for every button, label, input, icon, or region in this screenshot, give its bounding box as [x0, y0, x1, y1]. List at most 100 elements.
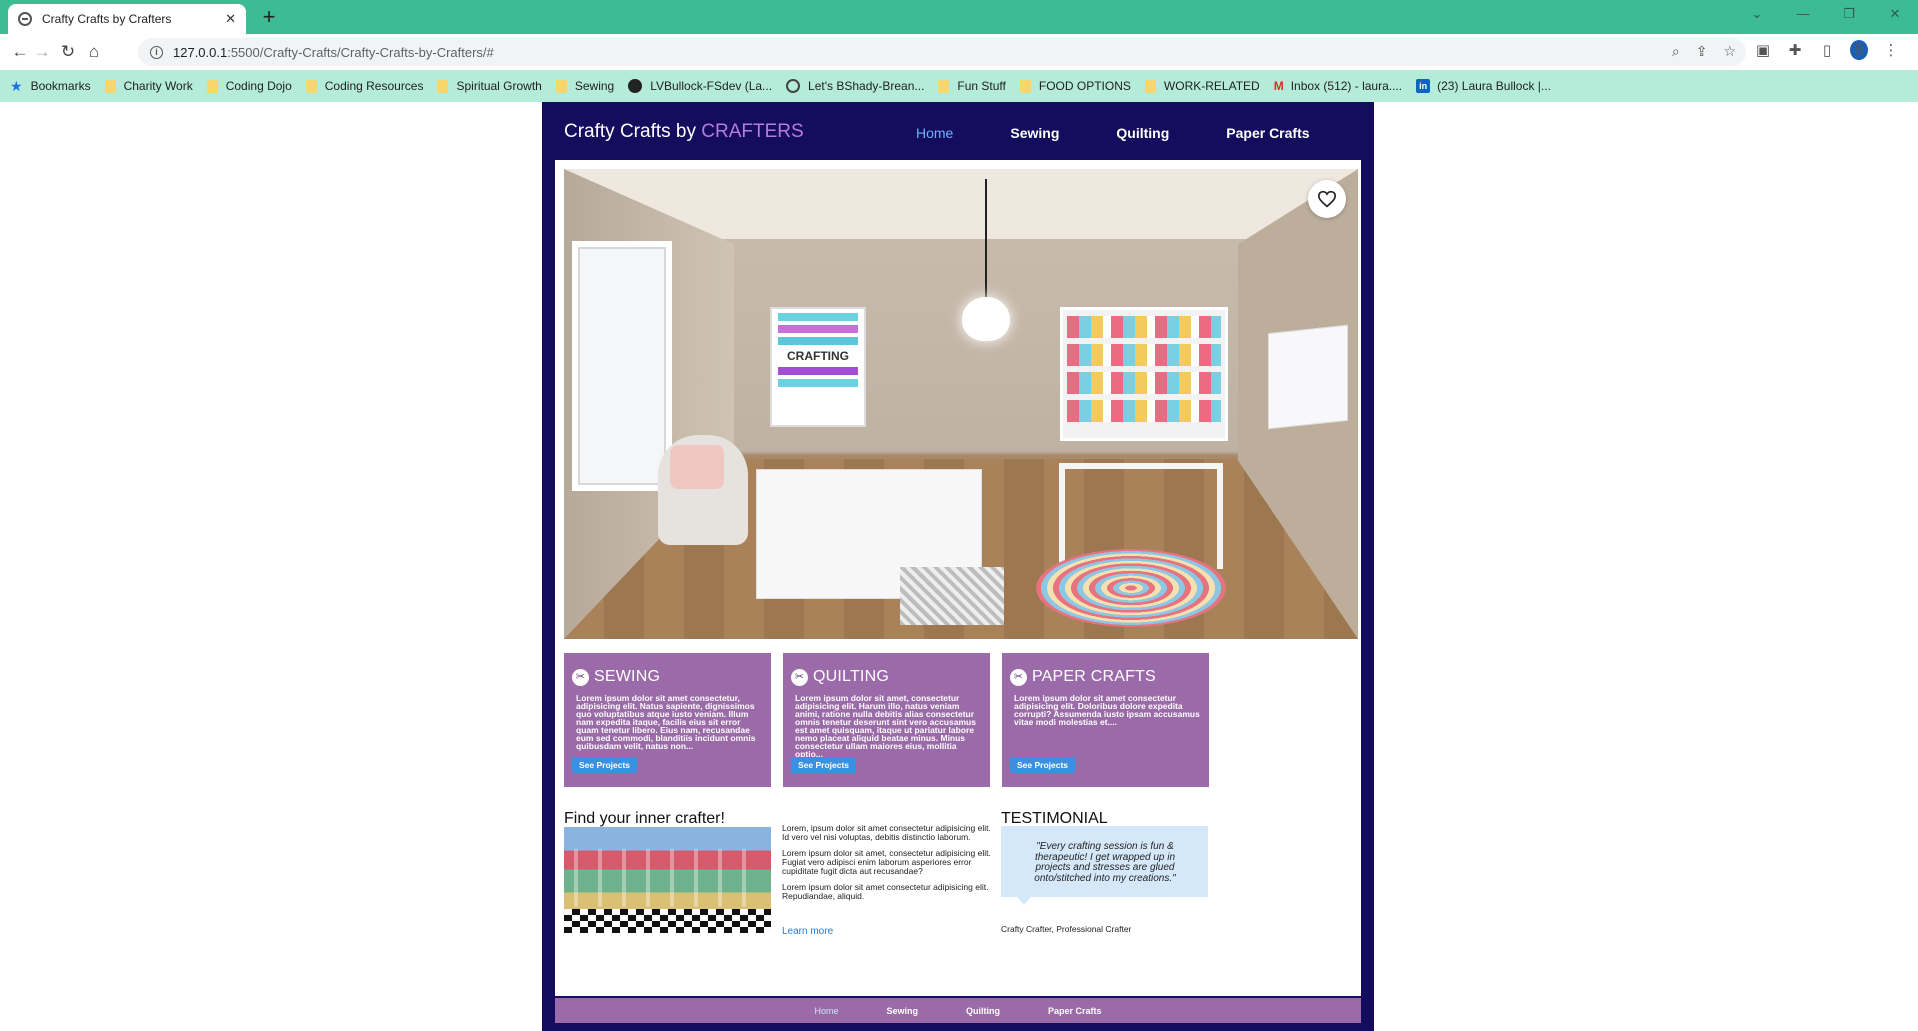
craft-store-image	[564, 827, 771, 933]
card-text: Lorem ipsum dolor sit amet consectetur, …	[576, 693, 756, 751]
bookmark-github[interactable]: LVBullock-FSdev (La...	[628, 79, 772, 93]
folder-icon	[1019, 79, 1031, 93]
see-projects-button[interactable]: See Projects	[572, 757, 638, 773]
heart-icon	[1317, 190, 1337, 208]
zoom-icon[interactable]: ⌕	[1672, 43, 1680, 60]
browser-tabstrip: Crafty Crafts by Crafters ✕ + ⌄ — ❐ ✕	[0, 0, 1918, 34]
card-text: Lorem ipsum dolor sit amet, consectetur …	[795, 693, 976, 759]
hero-round-rug	[1036, 549, 1226, 627]
bookmark-label: (23) Laura Bullock |...	[1437, 79, 1551, 93]
hero-shelf	[1060, 307, 1228, 441]
bookmark-linkedin[interactable]: in (23) Laura Bullock |...	[1416, 79, 1551, 93]
hero-pendant-lamp	[962, 297, 1010, 341]
scissors-icon: ✂	[1010, 668, 1027, 686]
hero-lamp-cord	[985, 179, 987, 299]
intro-text: Lorem, ipsum dolor sit amet consectetur …	[782, 824, 992, 908]
url-path: :5500/Crafty-Crafts/Crafty-Crafts-by-Cra…	[227, 44, 494, 60]
card-text: Lorem ipsum dolor sit amet consectetur a…	[1014, 693, 1200, 727]
url-host: 127.0.0.1	[173, 44, 228, 60]
close-window-button[interactable]: ✕	[1872, 0, 1918, 30]
close-icon[interactable]: ✕	[225, 11, 236, 27]
tab-title: Crafty Crafts by Crafters	[42, 12, 172, 26]
find-crafter-heading: Find your inner crafter!	[564, 810, 725, 827]
bookmarks-bar: ★ Bookmarks Charity Work Coding Dojo Codi…	[0, 70, 1918, 102]
profile-avatar[interactable]: S	[1850, 40, 1868, 60]
bookmark-folder[interactable]: Coding Resources	[305, 79, 424, 93]
card-title: SEWING	[594, 668, 661, 685]
testimonial-quote: "Every crafting session is fun & therape…	[1034, 841, 1176, 884]
extension-icons: ▣ ✚ ▯ S ⋮	[1754, 40, 1900, 60]
footer-nav-sewing[interactable]: Sewing	[886, 1006, 918, 1016]
bookmark-folder[interactable]: Coding Dojo	[206, 79, 292, 93]
bookmark-label: Charity Work	[123, 79, 193, 93]
chevron-down-icon[interactable]: ⌄	[1734, 0, 1780, 30]
star-icon[interactable]: ☆	[1723, 43, 1736, 60]
main-nav: Home Sewing Quilting Paper Crafts	[916, 125, 1367, 141]
bookmark-folder[interactable]: Sewing	[555, 79, 614, 93]
hero-image: CRAFTING	[564, 169, 1358, 639]
bookmark-bookmarks[interactable]: ★ Bookmarks	[10, 78, 91, 95]
learn-more-link[interactable]: Learn more	[782, 926, 833, 937]
folder-icon	[305, 79, 317, 93]
folder-icon	[1144, 79, 1156, 93]
menu-icon[interactable]: ⋮	[1882, 41, 1900, 59]
bookmark-folder[interactable]: WORK-RELATED	[1144, 79, 1260, 93]
scissors-icon: ✂	[572, 668, 589, 686]
hero-chair	[658, 435, 748, 545]
card-quilting: ✂ QUILTING Lorem ipsum dolor sit amet, c…	[783, 653, 990, 787]
bookmark-gmail[interactable]: M Inbox (512) - laura....	[1274, 79, 1402, 93]
folder-icon	[938, 79, 950, 93]
github-icon	[628, 79, 643, 93]
card-paper-crafts: ✂ PAPER CRAFTS Lorem ipsum dolor sit ame…	[1002, 653, 1209, 787]
bookmark-label: Inbox (512) - laura....	[1290, 79, 1403, 93]
main-content: CRAFTING ✂ SEWING Lorem ipsum dolor sit …	[555, 160, 1361, 996]
quote-tail	[1017, 897, 1031, 905]
forward-arrow-icon[interactable]: →	[30, 40, 54, 64]
bookmark-folder[interactable]: Spiritual Growth	[437, 79, 542, 93]
browser-tab[interactable]: Crafty Crafts by Crafters ✕	[8, 4, 246, 34]
info-icon[interactable]: i	[150, 45, 163, 59]
globe-icon	[786, 79, 801, 93]
reload-icon[interactable]: ↻	[56, 40, 80, 64]
extension-icon[interactable]: ▣	[1754, 41, 1772, 59]
footer-nav-quilting[interactable]: Quilting	[966, 1006, 1000, 1016]
bookmark-folder[interactable]: Fun Stuff	[938, 79, 1006, 93]
footer-nav-paper-crafts[interactable]: Paper Crafts	[1048, 1006, 1102, 1016]
hero-tote-bag	[1268, 324, 1348, 430]
see-projects-button[interactable]: See Projects	[791, 757, 857, 773]
testimonial-quote-box: "Every crafting session is fun & therape…	[1001, 826, 1208, 897]
bookmark-label: Bookmarks	[30, 79, 91, 93]
browser-toolbar: ← → ↻ ⌂ i 127.0.0.1:5500/Crafty-Crafts/C…	[0, 34, 1918, 70]
bookmark-label: Coding Resources	[324, 79, 424, 93]
share-icon[interactable]: ⇪	[1696, 43, 1708, 60]
minimize-button[interactable]: —	[1780, 0, 1826, 30]
hero-baskets	[900, 567, 1004, 625]
bookmark-label: WORK-RELATED	[1163, 79, 1260, 93]
bookmark-label: LVBullock-FSdev (La...	[650, 79, 773, 93]
poster-word: CRAFTING	[787, 349, 849, 363]
brand-accent: CRAFTERS	[701, 121, 804, 142]
nav-home[interactable]: Home	[916, 125, 953, 141]
site-brand[interactable]: Crafty Crafts by CRAFTERS	[564, 121, 804, 143]
bookmark-label: Let's BShady-Brean...	[808, 79, 925, 93]
new-tab-button[interactable]: +	[256, 4, 282, 30]
bookmark-folder[interactable]: Charity Work	[104, 79, 193, 93]
see-projects-button[interactable]: See Projects	[1010, 757, 1076, 773]
card-sewing: ✂ SEWING Lorem ipsum dolor sit amet cons…	[564, 653, 771, 787]
footer-nav-home[interactable]: Home	[814, 1006, 838, 1016]
sidepanel-icon[interactable]: ▯	[1818, 41, 1836, 59]
favorite-button[interactable]	[1308, 180, 1346, 218]
bookmark-folder[interactable]: FOOD OPTIONS	[1019, 79, 1131, 93]
nav-quilting[interactable]: Quilting	[1116, 125, 1169, 141]
home-icon[interactable]: ⌂	[82, 40, 106, 64]
globe-icon	[18, 12, 32, 26]
nav-paper-crafts[interactable]: Paper Crafts	[1226, 125, 1309, 141]
paragraph: Lorem ipsum dolor sit amet consectetur a…	[782, 882, 989, 901]
bookmark-site[interactable]: Let's BShady-Brean...	[786, 79, 924, 93]
nav-sewing[interactable]: Sewing	[1010, 125, 1059, 141]
card-title: PAPER CRAFTS	[1032, 668, 1156, 685]
puzzle-icon[interactable]: ✚	[1786, 41, 1804, 59]
restore-button[interactable]: ❐	[1826, 0, 1872, 30]
back-arrow-icon[interactable]: ←	[8, 40, 32, 64]
address-bar[interactable]: i 127.0.0.1:5500/Crafty-Crafts/Crafty-Cr…	[138, 38, 1746, 66]
